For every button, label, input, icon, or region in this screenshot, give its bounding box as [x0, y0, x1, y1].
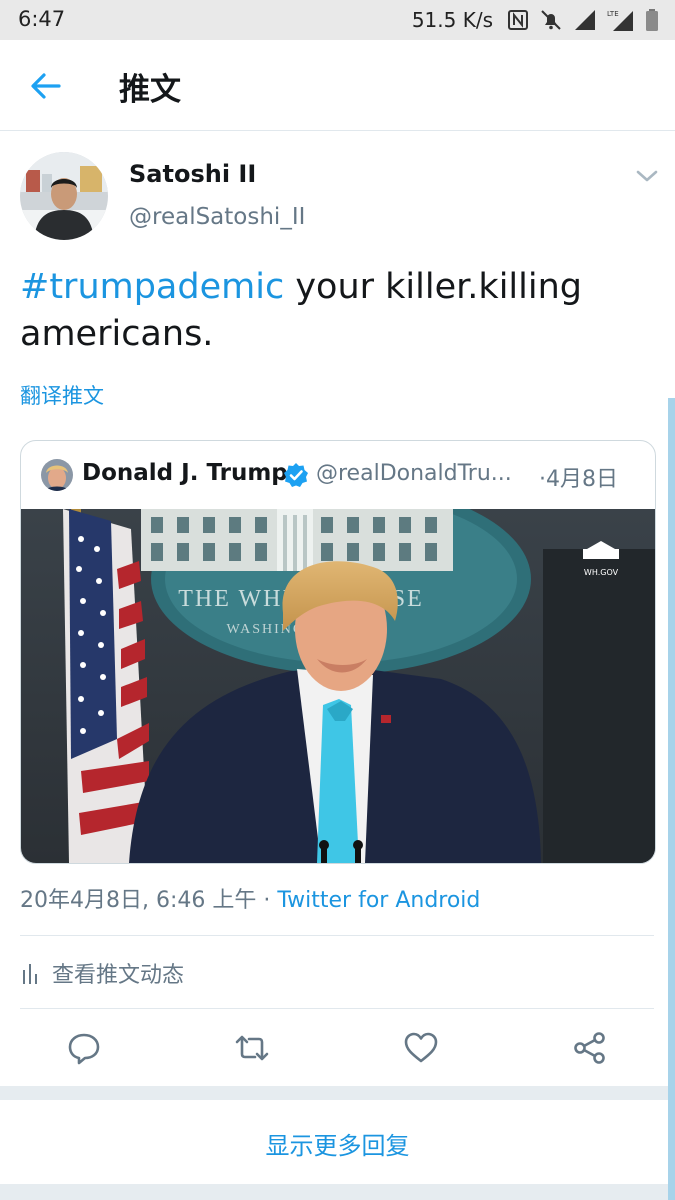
quoted-author-avatar	[41, 459, 73, 491]
show-more-replies-label: 显示更多回复	[265, 1132, 410, 1160]
verified-badge-icon	[284, 463, 308, 487]
status-time: 6:47	[18, 7, 66, 31]
top-app-bar: 推文	[0, 40, 675, 131]
divider	[20, 935, 654, 936]
tweet-timestamp: 20年4月8日, 6:46 上午 ·	[20, 888, 278, 913]
tweet-meta: 20年4月8日, 6:46 上午 · Twitter for Android	[20, 882, 480, 914]
lte-signal-icon: LTE	[607, 10, 633, 31]
quoted-tweet-card[interactable]: Donald J. Trump @realDonaldTru... ·4月8日	[20, 440, 656, 864]
quoted-author-handle: @realDonaldTru...	[316, 461, 512, 486]
status-icons: 51.5 K/s LTE	[412, 6, 659, 34]
retweet-icon[interactable]	[234, 1030, 270, 1066]
author-name[interactable]: Satoshi II	[129, 160, 256, 188]
page-title: 推文	[119, 72, 181, 108]
section-separator	[0, 1184, 675, 1200]
quoted-author-name: Donald J. Trump	[82, 460, 288, 486]
share-icon[interactable]	[572, 1030, 608, 1066]
battery-icon	[646, 9, 658, 31]
lte-label: LTE	[607, 10, 619, 18]
tweet-text: #trumpademic your killer.killing america…	[20, 264, 650, 358]
quoted-tweet-video-thumbnail[interactable]: THE WHITE HOUSE WASHINGTON	[21, 484, 655, 863]
translate-tweet-link[interactable]: 翻译推文	[20, 380, 104, 410]
back-arrow-icon[interactable]	[26, 66, 66, 106]
watermark: WH.GOV	[584, 568, 619, 577]
nfc-icon	[508, 10, 528, 30]
activity-label: 查看推文动态	[52, 963, 185, 988]
quoted-tweet-header: Donald J. Trump @realDonaldTru... ·4月8日	[21, 441, 655, 509]
network-speed: 51.5 K/s	[411, 8, 493, 32]
section-separator	[0, 1086, 675, 1100]
author-avatar[interactable]	[20, 152, 108, 240]
quoted-tweet-date: ·4月8日	[539, 467, 618, 492]
bell-muted-icon	[541, 10, 561, 30]
divider	[20, 1008, 654, 1009]
chevron-down-icon[interactable]	[634, 166, 660, 186]
signal-icon	[575, 10, 595, 30]
reply-icon[interactable]	[66, 1030, 102, 1066]
scrollbar[interactable]	[668, 398, 675, 1200]
tweet-detail-screen: 6:47 51.5 K/s LTE 推文 Satoshi II @realSat…	[0, 0, 675, 1200]
like-icon[interactable]	[403, 1030, 439, 1066]
status-bar: 6:47 51.5 K/s LTE	[0, 0, 675, 40]
show-more-replies-button[interactable]: 显示更多回复	[0, 1100, 675, 1184]
view-tweet-activity[interactable]: 查看推文动态	[20, 958, 184, 988]
author-handle[interactable]: @realSatoshi_II	[129, 204, 305, 230]
hashtag-link[interactable]: #trumpademic	[20, 267, 284, 307]
analytics-icon	[23, 964, 37, 984]
tweet-actions	[0, 1026, 675, 1076]
tweet-source-link[interactable]: Twitter for Android	[277, 888, 480, 913]
